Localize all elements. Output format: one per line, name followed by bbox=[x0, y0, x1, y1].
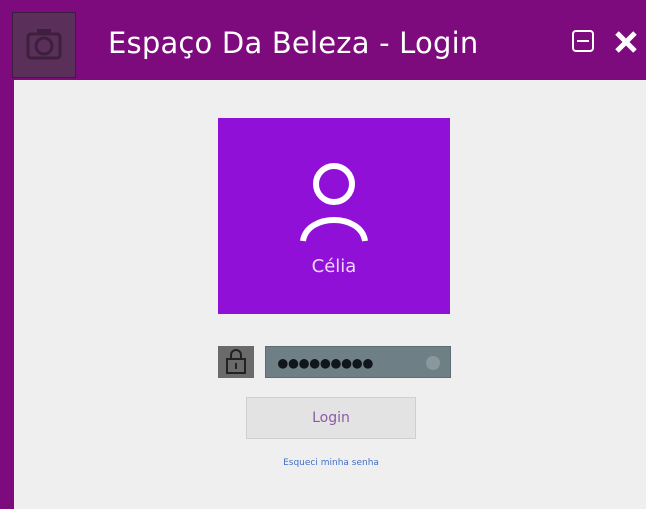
eye-icon[interactable] bbox=[426, 356, 440, 370]
camera-icon bbox=[12, 12, 76, 78]
lock-icon bbox=[218, 346, 254, 378]
user-icon bbox=[300, 163, 368, 242]
forgot-password-link[interactable]: Esqueci minha senha bbox=[264, 458, 398, 468]
close-button[interactable] bbox=[610, 26, 642, 58]
title-bar[interactable]: Espaço Da Beleza - Login bbox=[10, 12, 646, 80]
login-window: Espaço Da Beleza - Login Célia ●●●●●●●●●… bbox=[0, 0, 646, 509]
window-title: Espaço Da Beleza - Login bbox=[108, 26, 479, 60]
minimize-button[interactable] bbox=[572, 30, 594, 52]
close-icon bbox=[615, 31, 637, 53]
user-name: Célia bbox=[311, 256, 357, 277]
login-button[interactable]: Login bbox=[246, 397, 416, 439]
user-tile[interactable]: Célia bbox=[218, 118, 450, 314]
login-panel: Célia ●●●●●●●●● Login Esqueci minha senh… bbox=[14, 80, 646, 509]
password-field[interactable]: ●●●●●●●●● bbox=[265, 346, 451, 378]
password-value: ●●●●●●●●● bbox=[278, 352, 374, 372]
minimize-icon bbox=[577, 40, 589, 42]
